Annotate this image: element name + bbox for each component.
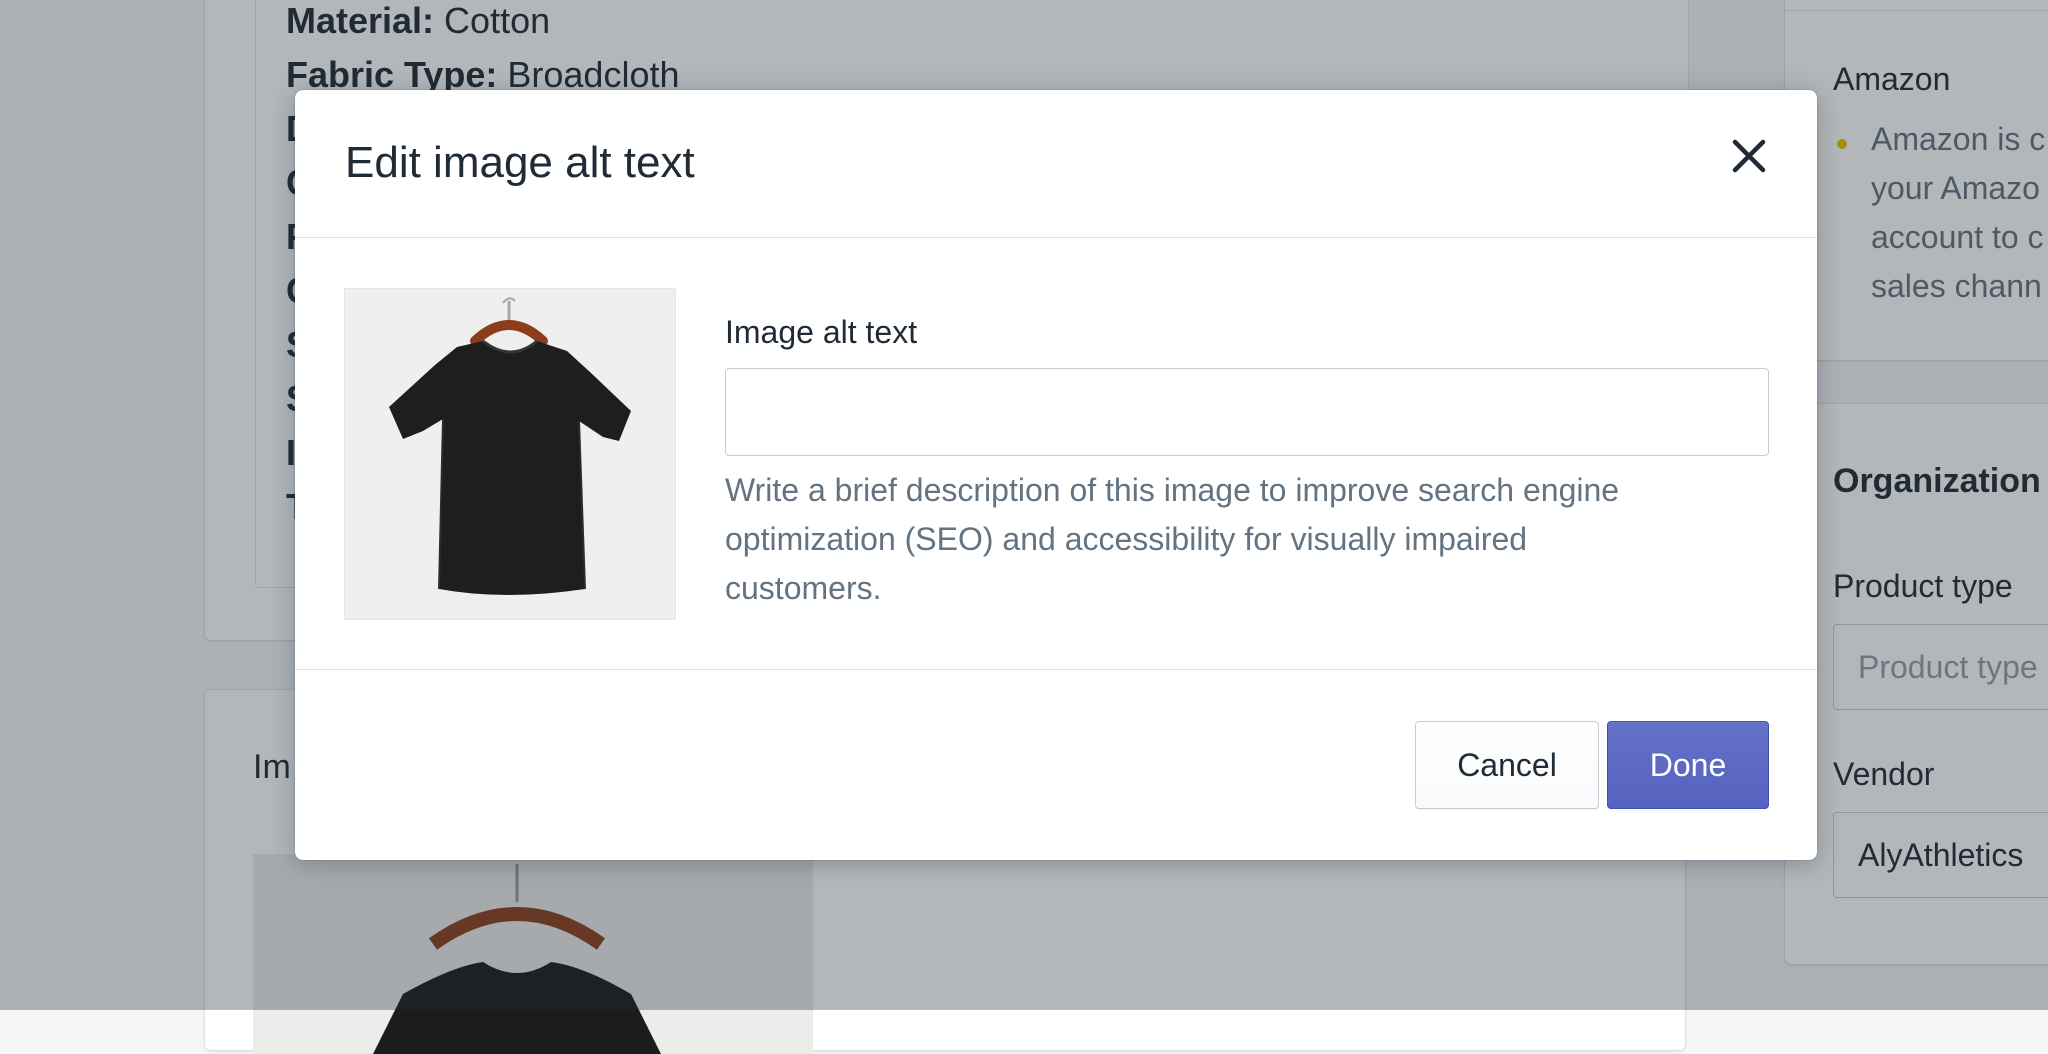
- alt-text-input[interactable]: [725, 368, 1769, 456]
- tshirt-image: [389, 297, 631, 595]
- close-button[interactable]: [1721, 128, 1777, 184]
- done-button[interactable]: Done: [1607, 721, 1769, 809]
- alt-text-label: Image alt text: [725, 314, 918, 350]
- product-image-preview: [344, 288, 676, 620]
- edit-alt-text-modal: Edit image alt text Image alt text Write…: [295, 90, 1817, 860]
- modal-title: Edit image alt text: [345, 138, 695, 187]
- cancel-button[interactable]: Cancel: [1415, 721, 1599, 809]
- modal-body: Image alt text Write a brief description…: [295, 238, 1817, 670]
- modal-header: Edit image alt text: [295, 90, 1817, 238]
- close-icon: [1732, 139, 1766, 173]
- alt-text-help-text: Write a brief description of this image …: [725, 472, 1620, 606]
